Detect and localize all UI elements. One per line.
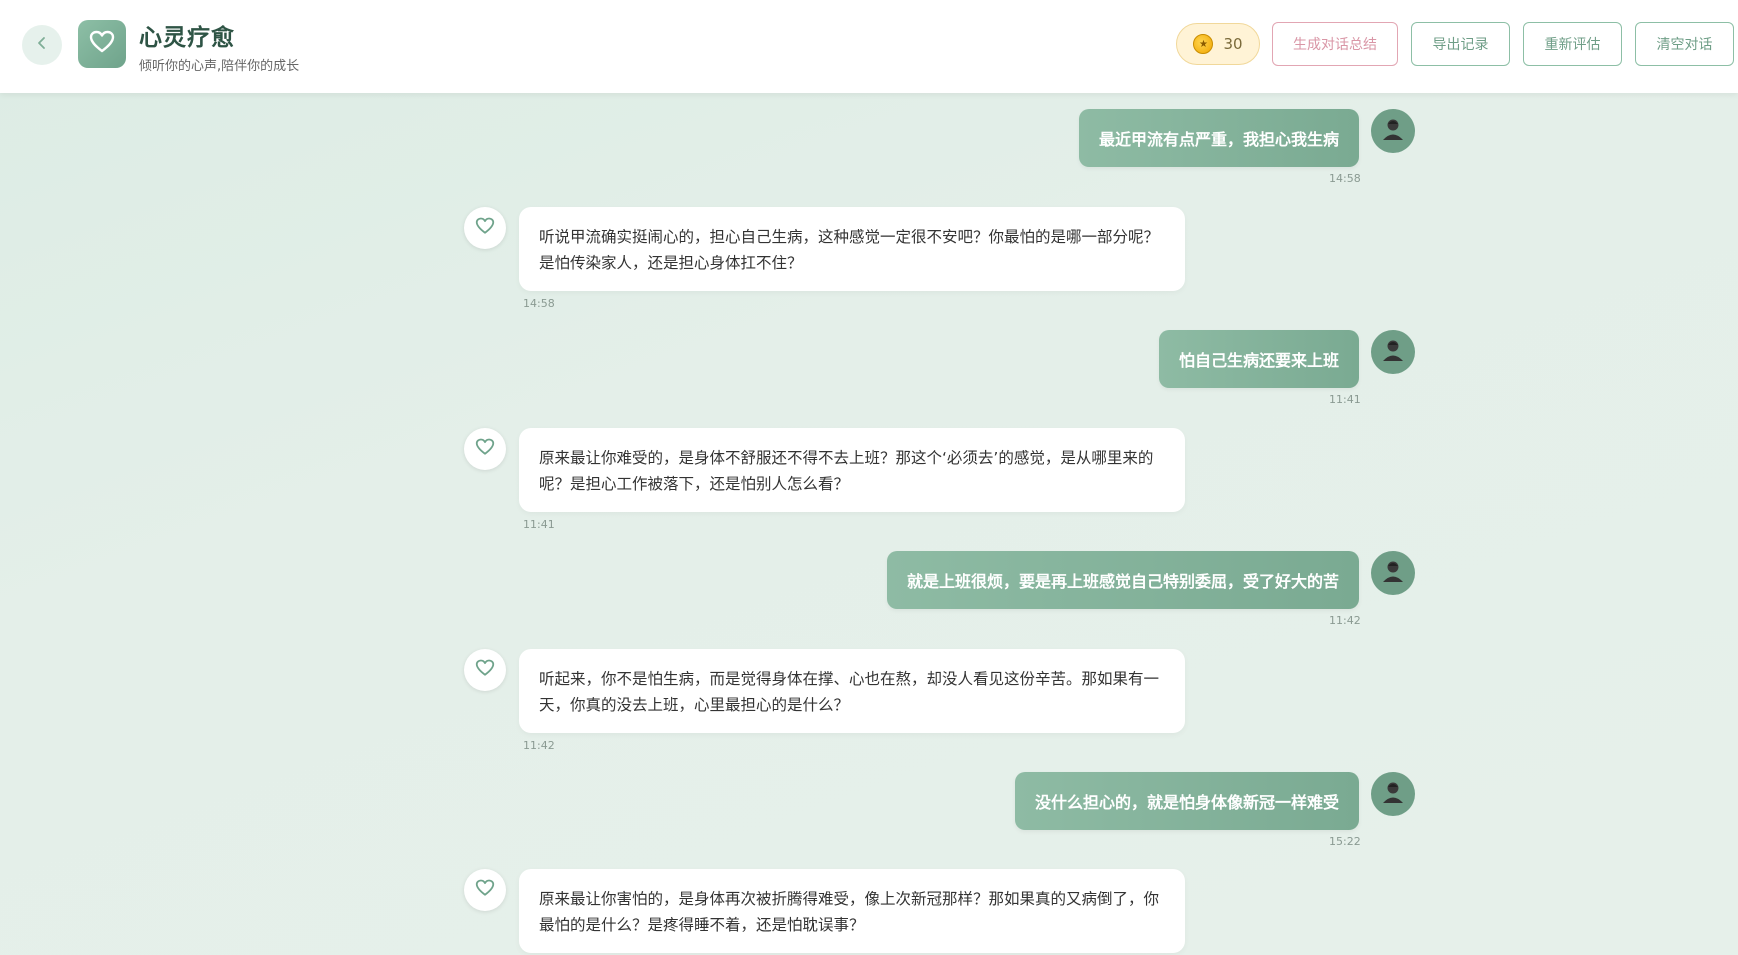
user-avatar — [1371, 772, 1415, 816]
user-avatar — [1371, 551, 1415, 595]
heart-outline-icon — [475, 879, 495, 901]
message-text: 最近甲流有点严重，我担心我生病 — [1098, 130, 1339, 149]
app-logo — [78, 20, 126, 68]
generate-summary-button[interactable]: 生成对话总结 — [1272, 22, 1398, 66]
message-text: 没什么担心的，就是怕身体像新冠一样难受 — [1034, 793, 1339, 812]
message-text: 就是上班很烦，要是再上班感觉自己特别委屈，受了好大的苦 — [906, 572, 1339, 591]
ai-avatar — [464, 649, 506, 691]
person-avatar-icon — [1380, 558, 1406, 588]
app-subtitle: 倾听你的心声,陪伴你的成长 — [139, 59, 300, 74]
message-time: 11:42 — [1329, 614, 1361, 627]
user-avatar — [1371, 330, 1415, 374]
app-header: 心灵疗愈 倾听你的心声,陪伴你的成长 ★ 30 生成对话总结 导出记录 重新评估… — [0, 0, 1738, 93]
coin-icon: ★ — [1193, 34, 1214, 54]
app-title: 心灵疗愈 — [139, 25, 235, 51]
person-avatar-icon — [1380, 116, 1406, 146]
heart-outline-icon — [475, 438, 495, 460]
message-time: 15:22 — [1329, 835, 1361, 848]
message-time: 14:58 — [523, 297, 555, 310]
chat-area[interactable]: 最近甲流有点严重，我担心我生病 14:58 听说甲流确实挺闹心的，担心自己生病，… — [0, 93, 1738, 955]
export-records-button[interactable]: 导出记录 — [1411, 22, 1510, 66]
back-button[interactable] — [22, 25, 62, 65]
user-message-bubble: 怕自己生病还要来上班 — [1158, 330, 1359, 388]
heart-icon — [89, 30, 115, 58]
message-text: 怕自己生病还要来上班 — [1178, 351, 1339, 370]
coin-count: 30 — [1223, 35, 1243, 53]
clear-chat-button[interactable]: 清空对话 — [1635, 22, 1734, 66]
ai-avatar — [464, 428, 506, 470]
heart-outline-icon — [475, 217, 495, 239]
user-message-bubble: 就是上班很烦，要是再上班感觉自己特别委屈，受了好大的苦 — [886, 551, 1359, 609]
user-message-bubble: 最近甲流有点严重，我担心我生病 — [1078, 109, 1359, 167]
ai-message-bubble: 听说甲流确实挺闹心的，担心自己生病，这种感觉一定很不安吧？你最怕的是哪一部分呢？… — [519, 207, 1185, 291]
person-avatar-icon — [1380, 779, 1406, 809]
heart-outline-icon — [475, 659, 495, 681]
message-time: 14:58 — [1329, 172, 1361, 185]
message-time: 11:42 — [523, 739, 555, 752]
ai-message-bubble: 听起来，你不是怕生病，而是觉得身体在撑、心也在熬，却没人看见这份辛苦。那如果有一… — [519, 649, 1185, 733]
ai-avatar — [464, 207, 506, 249]
ai-message-bubble: 原来最让你难受的，是身体不舒服还不得不去上班？那这个‘必须去’的感觉，是从哪里来… — [519, 428, 1185, 512]
message-time: 11:41 — [523, 518, 555, 531]
user-avatar — [1371, 109, 1415, 153]
chevron-left-icon — [34, 35, 50, 55]
user-message-bubble: 没什么担心的，就是怕身体像新冠一样难受 — [1014, 772, 1359, 830]
ai-message-bubble: 原来最让你害怕的，是身体再次被折腾得难受，像上次新冠那样？那如果真的又病倒了，你… — [519, 869, 1185, 953]
person-avatar-icon — [1380, 337, 1406, 367]
coin-balance-badge: ★ 30 — [1176, 23, 1260, 65]
reassess-button[interactable]: 重新评估 — [1523, 22, 1622, 66]
ai-avatar — [464, 869, 506, 911]
message-time: 11:41 — [1329, 393, 1361, 406]
